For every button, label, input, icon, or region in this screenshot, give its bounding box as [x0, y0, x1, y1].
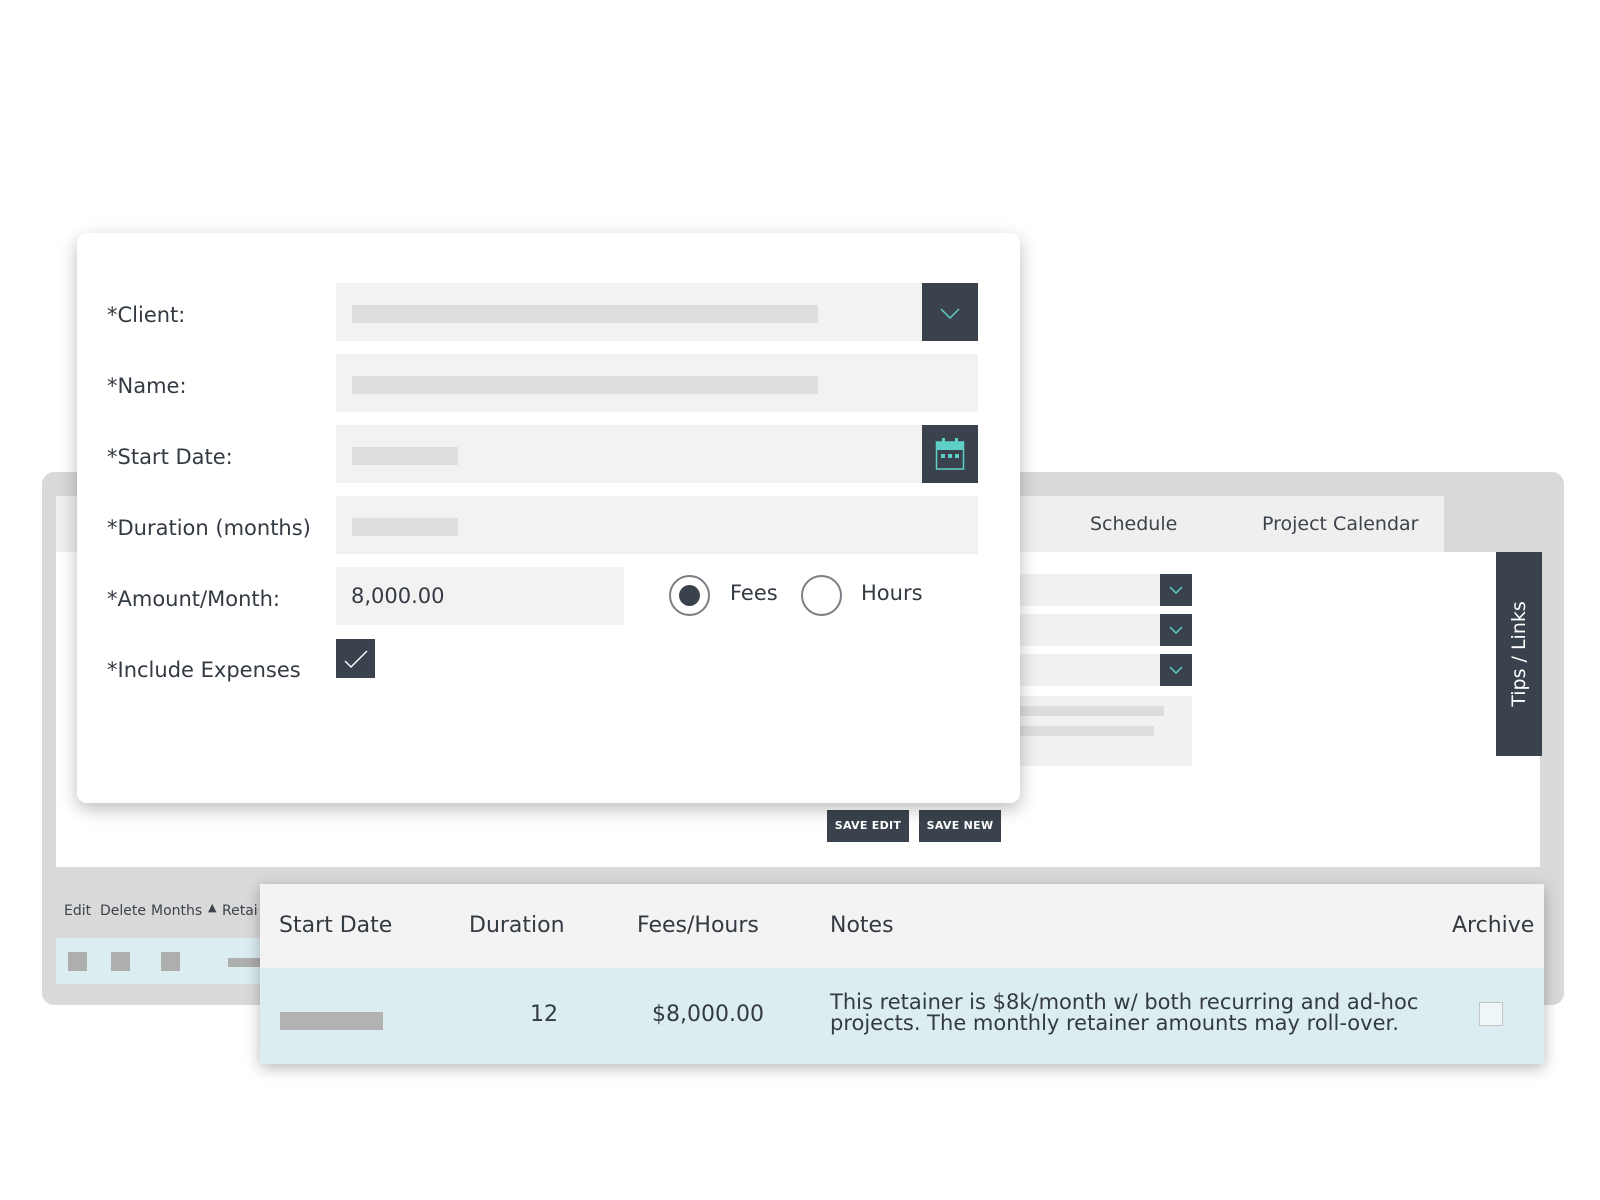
amount-input[interactable]: 8,000.00 — [336, 567, 624, 625]
placeholder-line — [352, 376, 818, 394]
include-expenses-label: *Include Expenses — [107, 658, 301, 682]
checkmark-icon — [344, 650, 368, 668]
tips-links-tab[interactable]: Tips / Links — [1496, 552, 1542, 756]
fees-radio-label[interactable]: Fees — [730, 581, 778, 605]
chevron-down-icon — [940, 308, 960, 320]
hours-radio[interactable] — [801, 575, 842, 616]
tab-project-calendar[interactable]: Project Calendar — [1262, 496, 1418, 552]
start-date-placeholder — [280, 1012, 383, 1030]
client-dropdown-button[interactable] — [922, 283, 978, 341]
duration-input[interactable] — [336, 496, 978, 554]
table-action-strip: Edit Delete Months ▲ Retai — [56, 892, 266, 932]
notes-cell: This retainer is $8k/month w/ both recur… — [830, 992, 1470, 1034]
chevron-down-icon[interactable] — [1160, 614, 1192, 646]
date-picker-button[interactable] — [922, 425, 978, 483]
save-edit-button[interactable]: SAVE EDIT — [827, 810, 909, 842]
chevron-down-icon[interactable] — [1160, 654, 1192, 686]
delete-link[interactable]: Delete — [100, 903, 146, 919]
save-new-button[interactable]: SAVE NEW — [919, 810, 1001, 842]
calendar-icon — [935, 438, 965, 470]
background-select-3[interactable] — [1010, 654, 1192, 686]
duration-cell: 12 — [530, 1002, 558, 1027]
column-notes[interactable]: Notes — [830, 884, 894, 968]
fees-hours-cell: $8,000.00 — [652, 1002, 764, 1027]
include-expenses-checkbox[interactable] — [336, 639, 375, 678]
client-select[interactable] — [336, 283, 978, 341]
start-date-label: *Start Date: — [107, 445, 233, 469]
months-sort-header[interactable]: Months — [151, 903, 202, 919]
placeholder-line — [352, 518, 458, 536]
amount-value: 8,000.00 — [351, 584, 445, 608]
amount-label: *Amount/Month: — [107, 587, 280, 611]
archive-checkbox[interactable] — [1479, 1002, 1503, 1026]
column-archive[interactable]: Archive — [1452, 884, 1534, 968]
retainer-form: *Client: *Name: *Start Date: *Duration (… — [77, 233, 1020, 803]
notes-line: This retainer is $8k/month w/ both recur… — [830, 990, 1419, 1014]
retainer-sort-header[interactable]: Retai — [222, 903, 258, 919]
name-input[interactable] — [336, 354, 978, 412]
column-fees-hours[interactable]: Fees/Hours — [637, 884, 759, 968]
placeholder-square — [111, 952, 130, 971]
table-header: Start Date Duration Fees/Hours Notes Arc… — [260, 884, 1544, 968]
start-date-input[interactable] — [336, 425, 978, 483]
tab-schedule[interactable]: Schedule — [1090, 496, 1177, 552]
background-textarea[interactable] — [1010, 696, 1192, 766]
duration-label: *Duration (months) — [107, 516, 311, 540]
chevron-down-icon[interactable] — [1160, 574, 1192, 606]
edit-link[interactable]: Edit — [64, 903, 91, 919]
background-select-1[interactable] — [1010, 574, 1192, 606]
background-table-row[interactable] — [56, 938, 266, 984]
placeholder-square — [161, 952, 180, 971]
name-label: *Name: — [107, 374, 187, 398]
notes-line: projects. The monthly retainer amounts m… — [830, 1011, 1399, 1035]
placeholder-square — [68, 952, 87, 971]
placeholder-line — [352, 305, 818, 323]
sort-ascending-icon: ▲ — [208, 901, 217, 914]
placeholder-line — [1018, 726, 1154, 736]
tips-links-label: Tips / Links — [1508, 601, 1530, 707]
placeholder-line — [352, 447, 458, 465]
column-start-date[interactable]: Start Date — [279, 884, 392, 968]
retainer-table: Start Date Duration Fees/Hours Notes Arc… — [260, 884, 1544, 1064]
table-row[interactable]: 12 $8,000.00 This retainer is $8k/month … — [260, 968, 1544, 1064]
fees-radio[interactable] — [669, 575, 710, 616]
hours-radio-label[interactable]: Hours — [861, 581, 923, 605]
client-label: *Client: — [107, 303, 186, 327]
column-duration[interactable]: Duration — [469, 884, 565, 968]
placeholder-line — [1018, 706, 1164, 716]
background-select-2[interactable] — [1010, 614, 1192, 646]
